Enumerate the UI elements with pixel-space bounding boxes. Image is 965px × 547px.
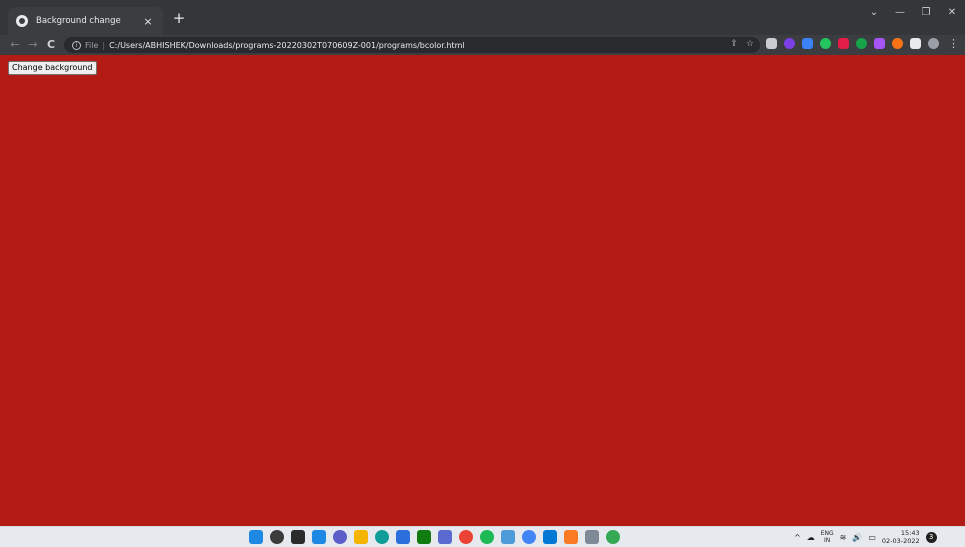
puzzle-extension-icon[interactable] — [910, 38, 921, 49]
camera-extension-icon[interactable] — [766, 38, 777, 49]
scheme-separator: | — [102, 40, 106, 50]
tab-title: Background change — [36, 16, 121, 26]
tab-close-button[interactable]: × — [141, 15, 155, 28]
chrome-alt-icon[interactable] — [606, 530, 620, 544]
scheme-label: File — [85, 40, 99, 50]
battery-icon[interactable]: ▭ — [868, 533, 876, 542]
change-background-button[interactable]: Change background — [8, 61, 97, 75]
volume-icon[interactable]: 🔊 — [852, 533, 862, 542]
tab-background-change[interactable]: Background change × — [8, 7, 163, 35]
snipping-tool-icon[interactable] — [585, 530, 599, 544]
share-icon[interactable]: ⇪ — [730, 39, 738, 49]
system-tray: ^ ☁ ENG IN ≋ 🔊 ▭ 15:43 02-03-2022 3 — [794, 529, 937, 545]
browser-toolbar: ← → C i File | C:/Users/ABHISHEK/Downloa… — [0, 35, 965, 55]
onedrive-cloud-icon[interactable]: ☁ — [807, 533, 815, 542]
task-view-icon[interactable] — [291, 530, 305, 544]
windows-taskbar: ^ ☁ ENG IN ≋ 🔊 ▭ 15:43 02-03-2022 3 — [0, 526, 965, 547]
profile-extension-icon[interactable] — [928, 38, 939, 49]
language-indicator[interactable]: ENG IN — [821, 530, 834, 544]
xampp-icon[interactable] — [564, 530, 578, 544]
notepad-icon[interactable] — [501, 530, 515, 544]
photos-icon[interactable] — [438, 530, 452, 544]
pink-extension-icon[interactable] — [838, 38, 849, 49]
forward-button[interactable]: → — [24, 36, 42, 54]
omnibox-actions: ⇪ ☆ — [730, 39, 754, 49]
red-circle-extension-icon[interactable] — [784, 38, 795, 49]
window-controls: ⌄ — ❐ ✕ — [861, 0, 965, 24]
region-code: IN — [824, 537, 831, 544]
minimize-button[interactable]: — — [887, 0, 913, 24]
vscode-icon[interactable] — [543, 530, 557, 544]
chrome-profile-icon[interactable] — [522, 530, 536, 544]
new-tab-button[interactable]: + — [170, 9, 188, 27]
back-button[interactable]: ← — [6, 36, 24, 54]
tray-overflow-chevron-icon[interactable]: ^ — [794, 533, 801, 542]
spotify-icon[interactable] — [480, 530, 494, 544]
taskbar-apps — [249, 530, 620, 544]
extensions-bar — [766, 38, 939, 49]
wifi-icon[interactable]: ≋ — [840, 533, 847, 542]
orange-extension-icon[interactable] — [892, 38, 903, 49]
reload-button[interactable]: C — [42, 36, 60, 54]
search-icon[interactable] — [270, 530, 284, 544]
clock-time: 15:43 — [900, 529, 920, 537]
store-icon[interactable] — [396, 530, 410, 544]
address-bar[interactable]: i File | C:/Users/ABHISHEK/Downloads/pro… — [64, 37, 760, 53]
chat-icon[interactable] — [333, 530, 347, 544]
widgets-icon[interactable] — [312, 530, 326, 544]
green-extension-icon[interactable] — [820, 38, 831, 49]
restore-button[interactable]: ❐ — [913, 0, 939, 24]
bookmark-star-icon[interactable]: ☆ — [746, 39, 754, 49]
url-text[interactable]: C:/Users/ABHISHEK/Downloads/programs-202… — [109, 41, 465, 50]
page-viewport: Change background — [0, 55, 965, 526]
site-info-icon[interactable]: i — [72, 40, 81, 50]
chrome-icon[interactable] — [459, 530, 473, 544]
close-window-button[interactable]: ✕ — [939, 0, 965, 24]
chrome-menu-icon[interactable]: ⋮ — [948, 37, 959, 50]
language-code: ENG — [820, 530, 834, 537]
clock-date: 02-03-2022 — [881, 537, 920, 545]
windows-start-icon[interactable] — [249, 530, 263, 544]
notification-count-badge[interactable]: 3 — [925, 531, 937, 543]
blue-diamond-extension-icon[interactable] — [802, 38, 813, 49]
purple-extension-icon[interactable] — [874, 38, 885, 49]
lime-extension-icon[interactable] — [856, 38, 867, 49]
clock[interactable]: 15:43 02-03-2022 — [882, 529, 920, 545]
file-explorer-icon[interactable] — [354, 530, 368, 544]
tab-strip: Background change × + ⌄ — ❐ ✕ — [0, 0, 965, 35]
globe-icon — [16, 15, 28, 27]
tab-search-chevron-icon[interactable]: ⌄ — [861, 0, 887, 24]
edge-icon[interactable] — [375, 530, 389, 544]
xbox-icon[interactable] — [417, 530, 431, 544]
